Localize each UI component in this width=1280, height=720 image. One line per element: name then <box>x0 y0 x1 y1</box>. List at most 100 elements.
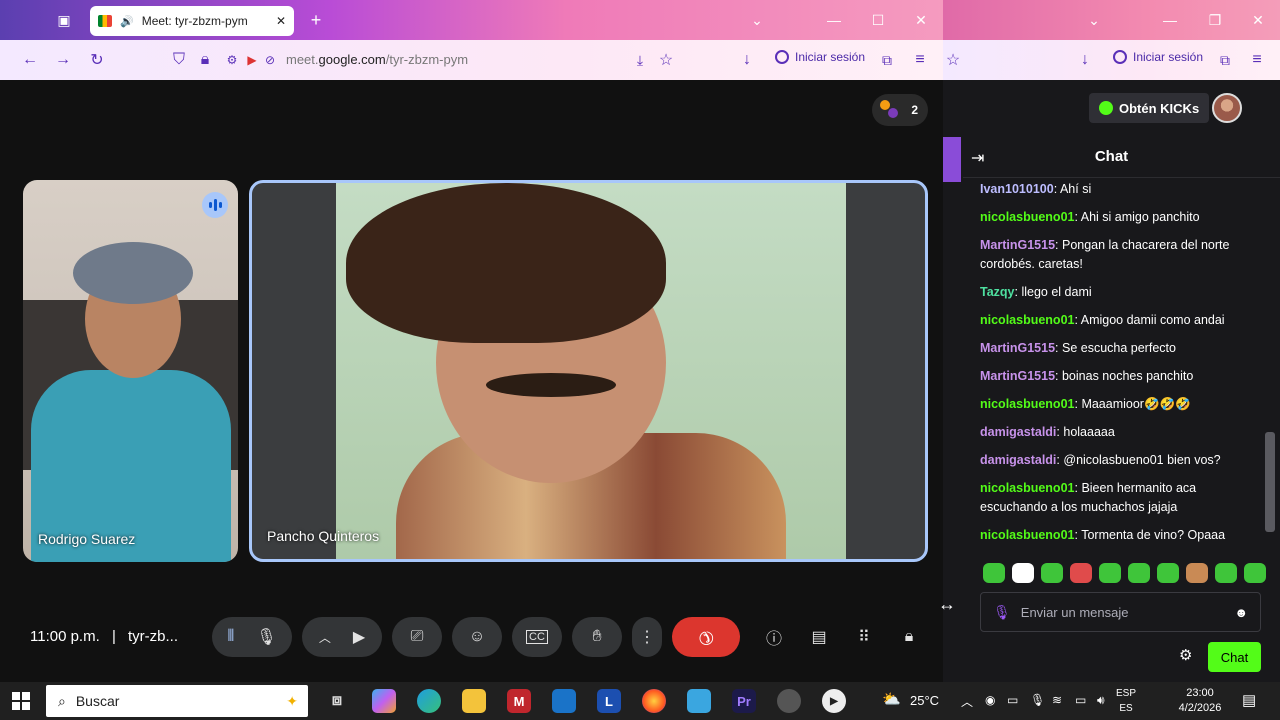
chat-username[interactable]: Ivan1010100 <box>980 182 1054 196</box>
reload-icon[interactable]: ↻ <box>85 48 109 72</box>
photos-icon[interactable] <box>687 689 711 713</box>
video-tile-pancho[interactable]: Pancho Quinteros <box>249 180 928 562</box>
minimize-button[interactable]: — <box>1156 6 1184 34</box>
taskbar-clock[interactable]: 23:00 4/2/2026 <box>1170 686 1230 716</box>
bookmark-star-icon[interactable]: ☆ <box>941 48 965 72</box>
activities-button[interactable]: ⠿ <box>844 617 884 657</box>
close-window-button[interactable]: ✕ <box>907 6 935 34</box>
show-hidden-icons-icon[interactable]: ︿ <box>961 693 973 710</box>
emote-icon[interactable] <box>1186 563 1208 583</box>
chat-username[interactable]: nicolasbueno01 <box>980 528 1074 542</box>
list-tabs-icon[interactable]: ⌄ <box>1080 6 1108 34</box>
scrollbar[interactable] <box>1265 432 1275 532</box>
downloads-icon[interactable]: ↓ <box>735 48 759 72</box>
emote-icon[interactable] <box>1215 563 1237 583</box>
chat-username[interactable]: MartinG1515 <box>980 369 1055 383</box>
tab-meet[interactable]: 🔊 Meet: tyr-zbzm-pym ✕ <box>90 6 294 36</box>
extensions-icon[interactable]: ⧉ <box>875 48 899 72</box>
send-chat-button[interactable]: Chat <box>1208 642 1261 672</box>
l-app-icon[interactable]: L <box>597 689 621 713</box>
restore-button[interactable]: ❐ <box>1201 6 1229 34</box>
weather-icon[interactable]: ⛅ <box>882 690 901 708</box>
emote-icon[interactable] <box>1012 563 1034 583</box>
meeting-details-button[interactable]: ⓘ <box>754 617 794 657</box>
premiere-icon[interactable]: Pr <box>732 689 756 713</box>
emoji-picker-icon[interactable]: ☻ <box>1234 605 1248 620</box>
captions-button[interactable]: CC <box>512 617 562 657</box>
lock-icon[interactable]: 🔒︎ <box>193 48 217 72</box>
emote-icon[interactable] <box>1041 563 1063 583</box>
close-window-button[interactable]: ✕ <box>1244 6 1272 34</box>
edge-icon[interactable] <box>417 689 441 713</box>
battery-icon[interactable]: ▭ <box>1075 693 1086 707</box>
tab-overview-icon[interactable]: ▣ <box>50 6 78 34</box>
install-app-icon[interactable]: ⤓ <box>628 48 652 72</box>
camera-control[interactable]: ︿ ▶ <box>302 617 382 657</box>
start-button[interactable] <box>12 692 30 710</box>
back-icon[interactable]: ← <box>18 48 42 72</box>
url-bar[interactable]: meet.google.com/tyr-zbzm-pym <box>286 52 468 67</box>
more-options-button[interactable]: ⋮ <box>632 617 662 657</box>
chat-username[interactable]: damigastaldi <box>980 453 1056 467</box>
minimize-button[interactable]: — <box>820 6 848 34</box>
close-tab-icon[interactable]: ✕ <box>276 14 286 28</box>
emote-icon[interactable] <box>983 563 1005 583</box>
mic-tray-icon[interactable]: 🎙︎ <box>1030 693 1045 707</box>
speaker-icon[interactable]: 🔊 <box>120 15 134 28</box>
emote-icon[interactable] <box>1128 563 1150 583</box>
maximize-button[interactable]: ☐ <box>864 6 892 34</box>
chat-username[interactable]: nicolasbueno01 <box>980 397 1074 411</box>
forward-icon[interactable]: → <box>51 48 75 72</box>
language-indicator[interactable]: ESP ES <box>1116 686 1136 716</box>
chat-username[interactable]: nicolasbueno01 <box>980 481 1074 495</box>
outlook-icon[interactable] <box>552 689 576 713</box>
avatar[interactable] <box>1212 93 1242 123</box>
mcafee-icon[interactable]: M <box>507 689 531 713</box>
video-tile-rodrigo[interactable]: Rodrigo Suarez <box>23 180 238 562</box>
obs-icon[interactable] <box>777 689 801 713</box>
bookmark-star-icon[interactable]: ☆ <box>654 48 678 72</box>
downloads-icon[interactable]: ↓ <box>1073 48 1097 72</box>
emote-icon[interactable] <box>1070 563 1092 583</box>
chat-button[interactable]: ▤ <box>799 617 839 657</box>
voice-icon[interactable]: 🎙︎ <box>993 604 1011 621</box>
signin-button[interactable]: Iniciar sesión <box>775 50 865 64</box>
extensions-icon[interactable]: ⧉ <box>1213 48 1237 72</box>
new-tab-button[interactable]: + <box>302 6 330 34</box>
emote-icon[interactable] <box>1244 563 1266 583</box>
signin-button[interactable]: Iniciar sesión <box>1113 50 1203 64</box>
host-controls-button[interactable]: 🔒︎ <box>889 617 929 657</box>
mic-blocked-icon[interactable]: ⊘ <box>258 48 282 72</box>
copilot-icon[interactable] <box>372 689 396 713</box>
taskbar-search[interactable]: ⌕ Buscar ✦ <box>46 685 308 717</box>
chat-username[interactable]: nicolasbueno01 <box>980 210 1074 224</box>
present-button[interactable]: ⎚ <box>392 617 442 657</box>
participants-button[interactable]: 2 <box>872 94 928 126</box>
device-icon[interactable]: ▭ <box>1007 693 1018 707</box>
chat-username[interactable]: nicolasbueno01 <box>980 313 1074 327</box>
chat-username[interactable]: damigastaldi <box>980 425 1056 439</box>
menu-icon[interactable]: ≡ <box>1245 48 1269 72</box>
reactions-button[interactable]: ☺ <box>452 617 502 657</box>
notifications-icon[interactable]: ▤ <box>1242 691 1256 709</box>
raise-hand-button[interactable]: ✋︎ <box>572 617 622 657</box>
list-tabs-icon[interactable]: ⌄ <box>743 6 771 34</box>
firefox-icon[interactable] <box>642 689 666 713</box>
chat-username[interactable]: Tazqy <box>980 285 1015 299</box>
menu-icon[interactable]: ≡ <box>908 48 932 72</box>
chat-input[interactable]: 🎙︎ Enviar un mensaje ☻ <box>980 592 1261 632</box>
file-explorer-icon[interactable] <box>462 689 486 713</box>
volume-icon[interactable]: 🔊︎ <box>1097 693 1105 708</box>
get-kicks-button[interactable]: Obtén KICKs <box>1089 93 1210 123</box>
end-call-button[interactable]: ✆ <box>672 617 740 657</box>
mic-control[interactable]: ⫴ 🎙︎ <box>212 617 292 657</box>
record-icon[interactable]: ◉ <box>985 693 995 707</box>
shield-icon[interactable]: ⛉ <box>167 48 191 72</box>
emote-icon[interactable] <box>1157 563 1179 583</box>
settings-gear-icon[interactable]: ⚙ <box>1179 646 1192 664</box>
task-view-icon[interactable]: ⧈ <box>325 689 349 713</box>
chat-username[interactable]: MartinG1515 <box>980 238 1055 252</box>
emote-icon[interactable] <box>1099 563 1121 583</box>
chat-username[interactable]: MartinG1515 <box>980 341 1055 355</box>
wifi-icon[interactable]: ≋ <box>1052 693 1062 707</box>
